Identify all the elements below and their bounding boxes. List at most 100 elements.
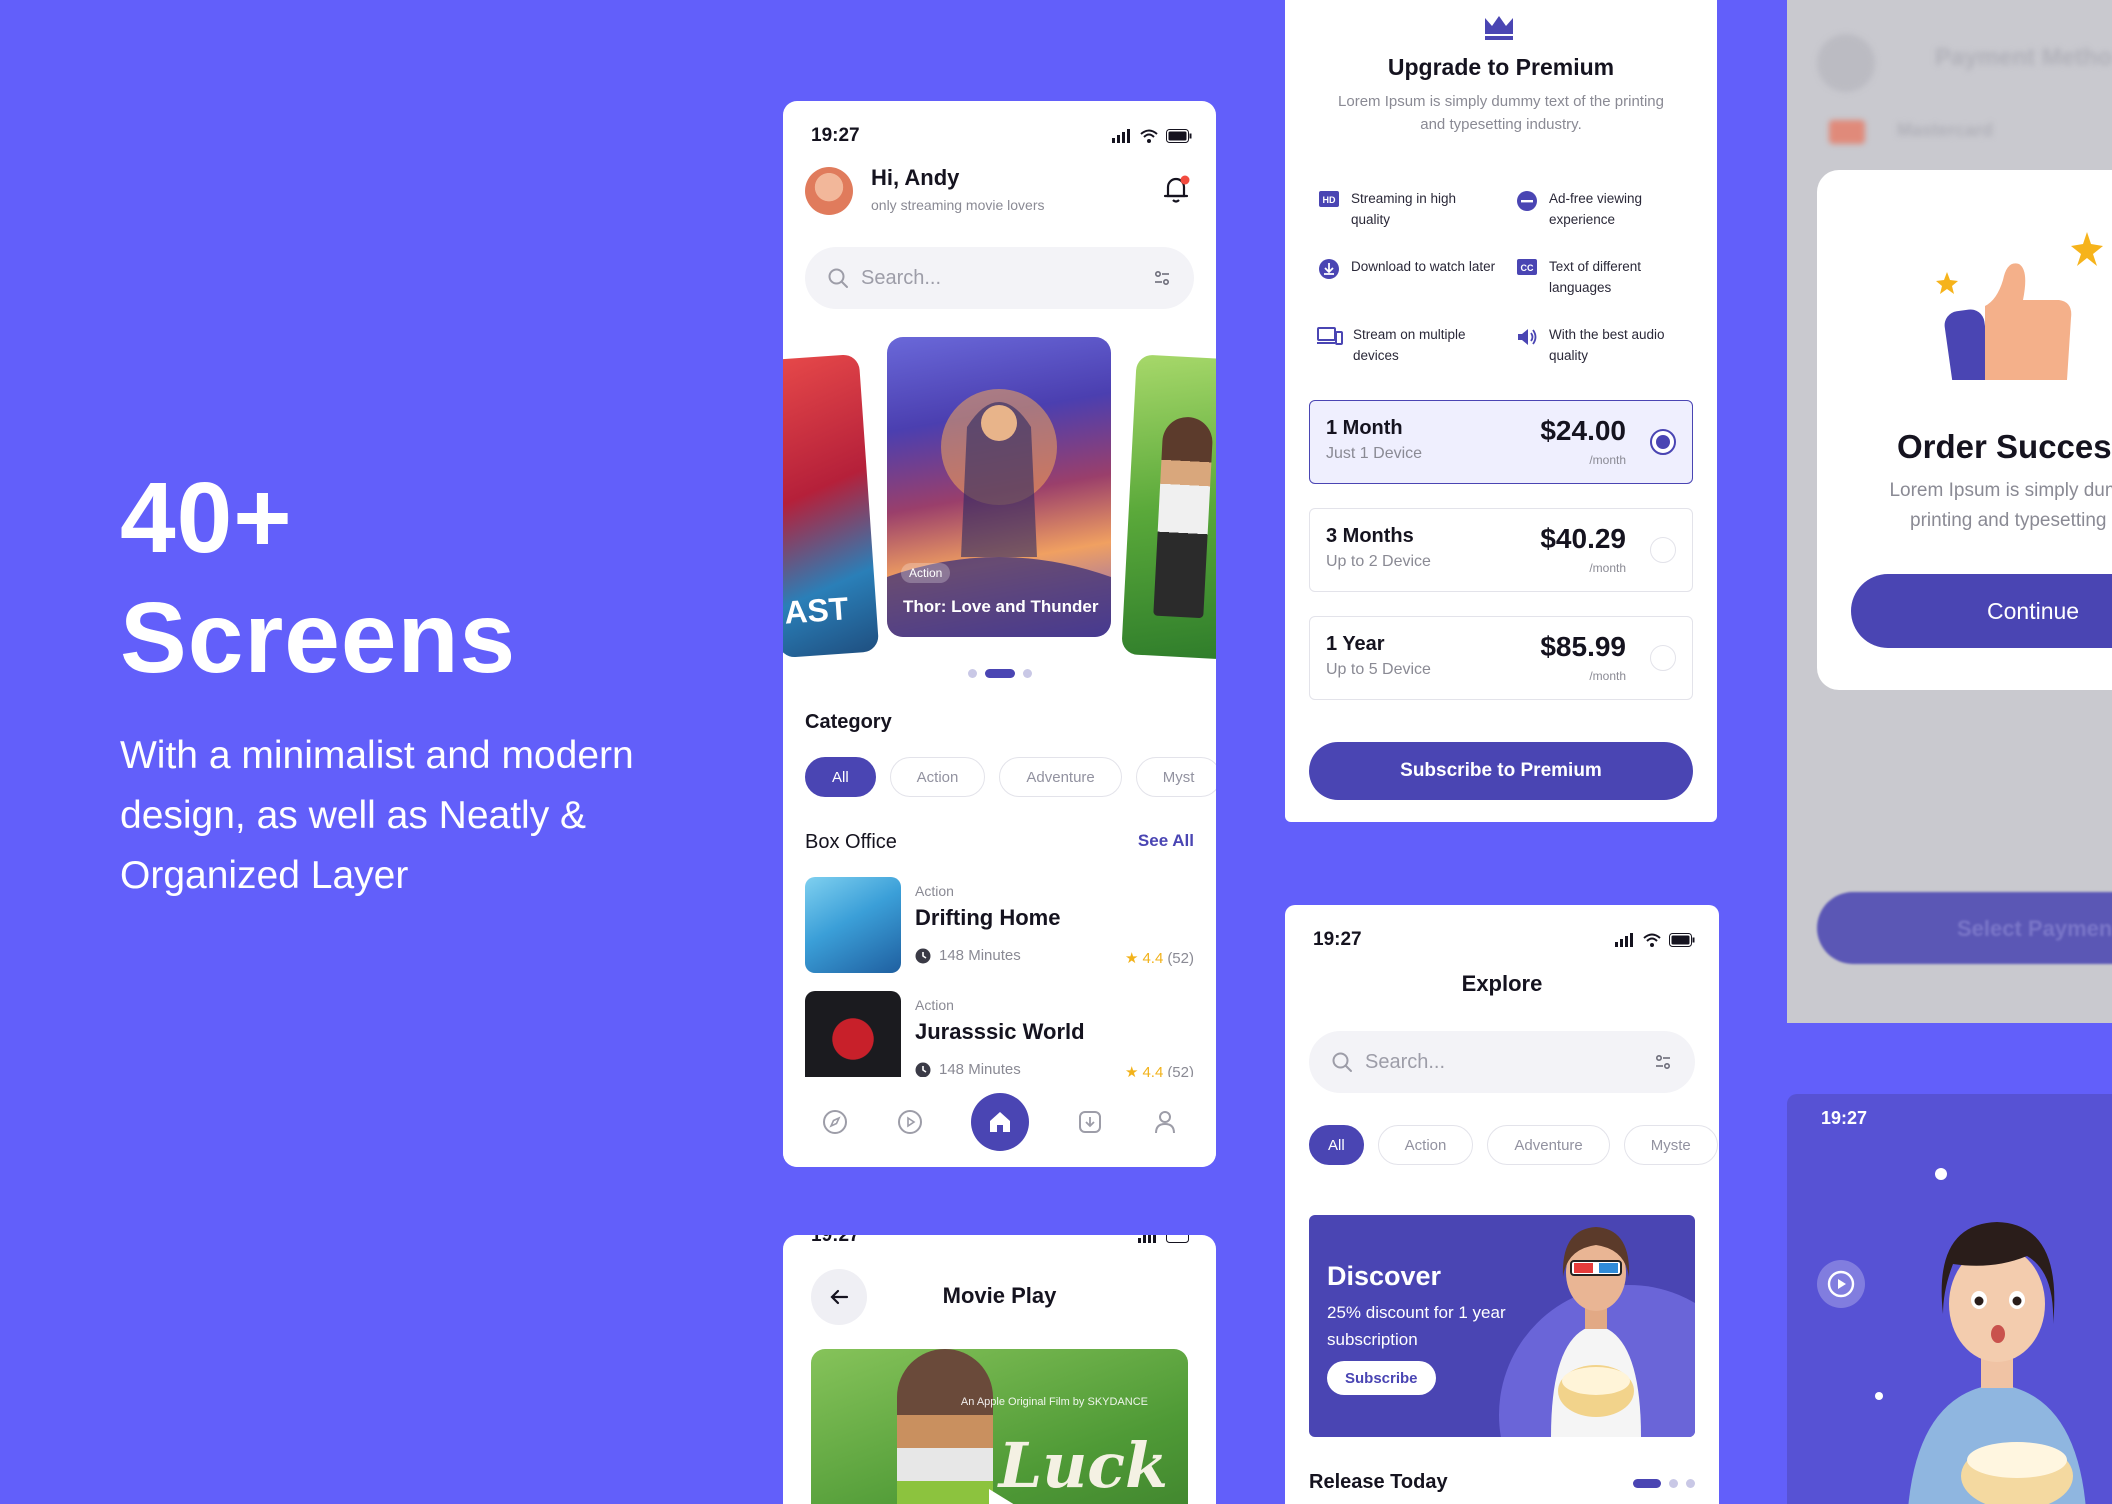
poster-right-figure [1153,415,1214,619]
plan-option[interactable]: 1 Year Up to 5 Device $85.99 /month [1309,616,1693,700]
plan-price: $85.99 [1540,631,1626,662]
carousel-dot[interactable] [967,669,977,678]
pagination-dot[interactable] [1686,1479,1695,1488]
signal-icon [1615,933,1633,947]
featured-genre-tag: Action [901,563,951,583]
crown-icon [1485,16,1513,40]
plan-period: /month [1589,453,1626,467]
carousel-dot[interactable] [1022,669,1032,678]
devices-icon [1317,324,1343,348]
blurred-page-title: Payment Metho [1935,44,2112,71]
home-tab-button[interactable] [970,1093,1029,1151]
order-success-card: Order Succes Lorem Ipsum is simply dumm … [1817,170,2112,690]
video-player[interactable]: An Apple Original Film by SKYDANCE Luck [811,1349,1188,1504]
continue-button[interactable]: Continue [1851,574,2112,648]
subtitles-icon: CC [1515,256,1539,280]
blurred-select-payment-button: Select Paymen [1817,892,2112,964]
blurred-button-label: Select Paymen [1957,916,2112,941]
carousel-pagination[interactable] [783,669,1216,678]
filter-icon[interactable] [1152,268,1172,288]
clock-icon [915,1062,931,1077]
carousel-dot-active[interactable] [984,669,1015,678]
chip-adventure[interactable]: Adventure [999,757,1122,797]
svg-text:HD: HD [1323,195,1336,205]
compass-icon[interactable] [821,1108,849,1136]
chip-all[interactable]: All [805,757,876,797]
plan-option[interactable]: 3 Months Up to 2 Device $40.29 /month [1309,508,1693,592]
category-chips: All Action Adventure Myst [805,757,1216,797]
rating-count: (52) [1167,949,1194,967]
wifi-icon [1643,933,1661,947]
chip-adventure[interactable]: Adventure [1487,1125,1610,1165]
status-time: 19:27 [811,125,860,146]
chip-mystery[interactable]: Myst [1135,757,1216,797]
search-bar[interactable]: Search... [1309,1031,1695,1093]
featured-poster[interactable]: Action Thor: Love and Thunder [887,337,1111,637]
feature-item: With the best audio quality [1515,324,1695,366]
movie-title: Drifting Home [915,905,1061,930]
discover-subscribe-button[interactable]: Subscribe [1327,1361,1436,1395]
movie-genre: Action [915,997,954,1013]
no-ads-icon [1515,188,1539,212]
feature-text: Streaming in high quality [1351,191,1457,227]
profile-icon[interactable] [1151,1108,1179,1136]
decor-dot [1935,1168,1947,1180]
pagination-dot[interactable] [1669,1479,1678,1488]
plan-name: 3 Months [1326,525,1414,547]
bottom-tab-bar [783,1077,1216,1167]
play-circle-icon[interactable] [896,1108,924,1136]
feature-text: Ad-free viewing experience [1549,191,1643,227]
avatar[interactable] [805,167,853,215]
search-bar[interactable]: Search... [805,247,1194,309]
greeting: Hi, Andy [871,165,960,190]
poster-right[interactable] [1121,354,1216,660]
box-office-title: Box Office [805,831,897,853]
movie-item[interactable]: Action Drifting Home 148 Minutes ★ 4.4 (… [805,877,1194,973]
play-icon[interactable] [989,1489,1015,1504]
movie-item[interactable]: Action Jurasssic World 148 Minutes ★ 4.4… [805,991,1194,1087]
download-icon[interactable] [1076,1108,1104,1136]
poster-left[interactable]: AST [783,353,880,659]
plan-radio[interactable] [1650,645,1676,671]
plan-devices: Up to 5 Device [1326,661,1431,678]
plan-radio[interactable] [1650,537,1676,563]
order-description-line1: Lorem Ipsum is simply dumm [1889,480,2112,501]
movie-rating: ★ 4.4 (52) [1125,949,1194,968]
plan-radio[interactable] [1650,429,1676,455]
category-chips: All Action Adventure Myste [1309,1125,1718,1165]
page-title: Explore [1461,971,1543,996]
filter-icon[interactable] [1653,1052,1673,1072]
chip-action[interactable]: Action [1377,1125,1474,1165]
release-pagination[interactable] [1633,1479,1695,1488]
search-input[interactable]: Search... [861,267,1152,290]
pagination-dot-active[interactable] [1633,1479,1661,1488]
plan-name: 1 Month [1326,417,1403,439]
play-circle-icon [1827,1270,1855,1298]
search-icon [828,268,848,288]
home-screen: 19:27 Hi, Andy only streaming movie love… [783,101,1216,1167]
chip-all[interactable]: All [1309,1125,1364,1165]
play-button[interactable] [1817,1260,1865,1308]
discover-banner[interactable]: Discover 25% discount for 1 year subscri… [1309,1215,1695,1437]
search-input[interactable]: Search... [1365,1051,1653,1074]
release-today-title: Release Today [1309,1471,1448,1493]
order-description-line2: printing and typesetting i [1910,510,2112,531]
chip-mystery[interactable]: Myste [1623,1125,1718,1165]
video-character [897,1349,993,1504]
see-all-link[interactable]: See All [1138,831,1194,851]
notification-bell-icon[interactable] [1156,169,1196,209]
subscribe-button[interactable]: Subscribe to Premium [1309,742,1693,800]
chip-action[interactable]: Action [889,757,986,797]
battery-icon [1669,933,1695,947]
home-icon [989,1112,1010,1132]
plan-option[interactable]: 1 Month Just 1 Device $24.00 /month [1309,400,1693,484]
greeting-subtitle: only streaming movie lovers [871,197,1045,213]
hero-title: 40+ Screens [120,458,516,698]
clock-icon [915,948,931,963]
onboarding-screen: 19:27 [1787,1094,2112,1504]
premium-description: Lorem Ipsum is simply dummy text of the … [1338,93,1664,133]
signal-icon [1138,1235,1156,1243]
feature-item: HD Streaming in high quality [1317,188,1497,230]
order-success-screen: Payment Metho Mastercard Order Succes Lo… [1787,0,2112,1023]
blurred-back-button [1817,34,1875,92]
